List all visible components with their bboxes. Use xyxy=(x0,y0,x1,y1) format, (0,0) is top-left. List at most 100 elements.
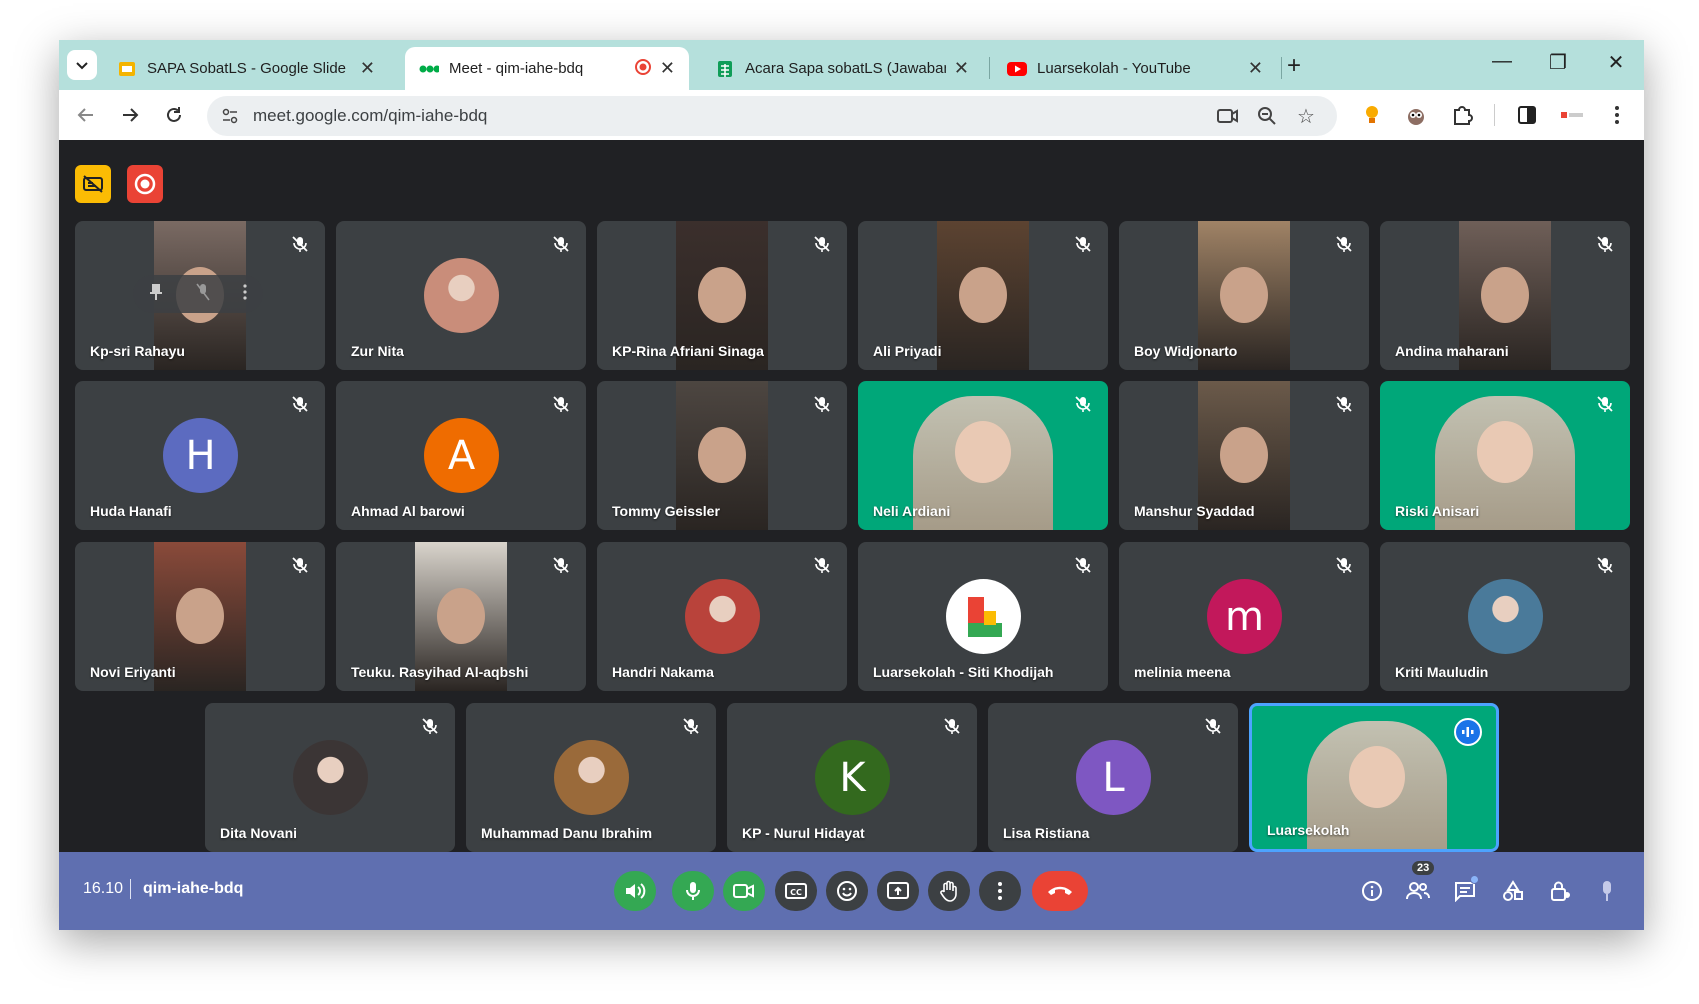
restore-button[interactable]: ❐ xyxy=(1538,50,1578,75)
extension-owl-icon[interactable] xyxy=(1403,102,1429,128)
participant-tile[interactable]: Zur Nita xyxy=(336,221,586,370)
close-icon[interactable]: ✕ xyxy=(360,58,375,79)
raise-hand-button[interactable] xyxy=(928,871,970,911)
host-controls-button[interactable] xyxy=(1546,877,1574,905)
participant-tile[interactable]: Luarsekolah - Siti Khodijah xyxy=(858,542,1108,691)
more-options-button[interactable] xyxy=(979,871,1021,911)
leave-call-button[interactable] xyxy=(1032,871,1088,911)
browser-menu-icon[interactable] xyxy=(1604,102,1630,128)
url-text: meet.google.com/qim-iahe-bdq xyxy=(253,106,488,125)
tab-slides[interactable]: SAPA SobatLS - Google Slide ✕ xyxy=(103,47,389,90)
recording-indicator[interactable] xyxy=(127,165,163,203)
participant-name: KP-Rina Afriani Sinaga xyxy=(612,343,764,359)
participant-tile[interactable]: Riski Anisari xyxy=(1380,381,1630,530)
extensions-puzzle-icon[interactable] xyxy=(1449,102,1475,128)
speaking-indicator-icon xyxy=(1454,718,1482,746)
participant-tile[interactable]: Luarsekolah xyxy=(1249,703,1499,852)
participant-tile[interactable]: Tommy Geissler xyxy=(597,381,847,530)
caption-off-indicator[interactable] xyxy=(75,165,111,203)
mic-off-icon xyxy=(291,235,311,255)
side-panel-icon[interactable] xyxy=(1514,102,1540,128)
avatar xyxy=(293,740,368,815)
microphone-button[interactable] xyxy=(672,871,714,911)
mic-off-icon xyxy=(1074,395,1094,415)
participant-tile[interactable]: A Ahmad Al barowi xyxy=(336,381,586,530)
mic-off-icon xyxy=(943,717,963,737)
speaker-button[interactable] xyxy=(614,871,656,911)
extension-bulb-icon[interactable] xyxy=(1359,102,1385,128)
forward-button[interactable] xyxy=(117,102,143,128)
participant-tile[interactable]: H Huda Hanafi xyxy=(75,381,325,530)
present-button[interactable] xyxy=(877,871,919,911)
close-window-button[interactable]: ✕ xyxy=(1596,50,1636,75)
meeting-info-button[interactable] xyxy=(1358,877,1386,905)
participant-tile[interactable]: Boy Widjonarto xyxy=(1119,221,1369,370)
participant-tile[interactable]: KP-Rina Afriani Sinaga xyxy=(597,221,847,370)
zoom-icon[interactable] xyxy=(1257,106,1277,131)
participant-tile[interactable]: Ali Priyadi xyxy=(858,221,1108,370)
tab-youtube[interactable]: Luarsekolah - YouTube ✕ xyxy=(993,47,1277,90)
participant-name: Riski Anisari xyxy=(1395,503,1480,519)
avatar xyxy=(424,258,499,333)
chat-button[interactable] xyxy=(1451,875,1479,905)
participant-tile[interactable]: Kp-sri Rahayu xyxy=(75,221,325,370)
star-icon[interactable]: ☆ xyxy=(1297,104,1315,129)
meeting-controls-bar: 16.10 qim-iahe-bdq CC 23 xyxy=(59,852,1644,930)
participant-tile[interactable]: Andina maharani xyxy=(1380,221,1630,370)
participant-face xyxy=(698,267,746,323)
close-icon[interactable]: ✕ xyxy=(954,58,969,79)
back-button[interactable] xyxy=(73,102,99,128)
close-icon[interactable]: ✕ xyxy=(660,58,675,79)
participant-tile[interactable]: Kriti Mauludin xyxy=(1380,542,1630,691)
participant-name: Luarsekolah - Siti Khodijah xyxy=(873,664,1054,680)
participant-tile[interactable]: L Lisa Ristiana xyxy=(988,703,1238,852)
mic-off-icon xyxy=(291,395,311,415)
close-icon[interactable]: ✕ xyxy=(1248,58,1263,79)
participant-tile[interactable]: Teuku. Rasyihad Al-aqbshi xyxy=(336,542,586,691)
participant-tile[interactable]: Manshur Syaddad xyxy=(1119,381,1369,530)
mic-off-icon xyxy=(1335,556,1355,576)
participant-name: Ali Priyadi xyxy=(873,343,942,359)
companion-mode-button[interactable] xyxy=(1593,877,1621,905)
avatar xyxy=(685,579,760,654)
people-button[interactable]: 23 xyxy=(1404,861,1435,905)
speaker-icon xyxy=(626,883,646,899)
mic-off-icon xyxy=(421,717,441,737)
site-settings-icon[interactable] xyxy=(221,107,239,130)
avatar: L xyxy=(1076,740,1151,815)
mic-off-icon xyxy=(552,395,572,415)
reactions-button[interactable] xyxy=(826,871,868,911)
browser-window: SAPA SobatLS - Google Slide ✕ Meet - qim… xyxy=(59,40,1644,930)
participant-tile[interactable]: Novi Eriyanti xyxy=(75,542,325,691)
minimize-button[interactable]: — xyxy=(1482,50,1522,73)
participant-tile[interactable]: m melinia meena xyxy=(1119,542,1369,691)
activities-button[interactable] xyxy=(1499,877,1527,905)
new-tab-button[interactable]: + xyxy=(1287,52,1301,80)
mic-off-icon xyxy=(1204,717,1224,737)
tab-meet[interactable]: Meet - qim-iahe-bdq ✕ xyxy=(405,47,689,90)
emoji-icon xyxy=(837,881,857,901)
activities-shapes-icon xyxy=(1503,880,1523,901)
mute-participant-icon[interactable] xyxy=(196,283,210,306)
more-vert-icon[interactable] xyxy=(243,283,247,305)
meeting-time: 16.10 xyxy=(83,880,124,897)
reload-button[interactable] xyxy=(161,102,187,128)
camera-icon[interactable] xyxy=(1217,106,1239,131)
chevron-down-icon xyxy=(76,62,88,70)
mic-off-icon xyxy=(1074,556,1094,576)
tab-sheets[interactable]: Acara Sapa sobatLS (Jawaban) ✕ xyxy=(701,47,983,90)
participant-tile[interactable]: Neli Ardiani xyxy=(858,381,1108,530)
pin-icon[interactable] xyxy=(149,283,163,306)
address-bar[interactable]: meet.google.com/qim-iahe-bdq ☆ xyxy=(207,96,1337,136)
reload-icon xyxy=(167,107,181,122)
captions-button[interactable]: CC xyxy=(775,871,817,911)
tab-search-button[interactable] xyxy=(67,50,97,80)
profile-avatar[interactable] xyxy=(1559,102,1585,128)
participant-tile[interactable]: Muhammad Danu Ibrahim xyxy=(466,703,716,852)
avatar: H xyxy=(163,418,238,493)
participant-tile[interactable]: K KP - Nurul Hidayat xyxy=(727,703,977,852)
camera-button[interactable] xyxy=(723,871,765,911)
participant-name: Lisa Ristiana xyxy=(1003,825,1090,841)
participant-tile[interactable]: Dita Novani xyxy=(205,703,455,852)
participant-tile[interactable]: Handri Nakama xyxy=(597,542,847,691)
